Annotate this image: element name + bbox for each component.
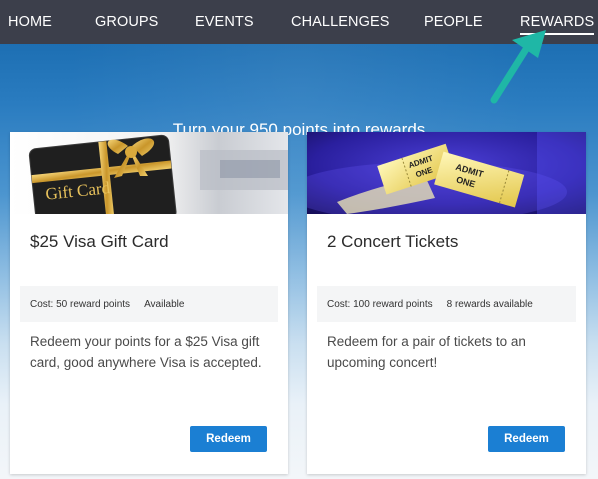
redeem-button[interactable]: Redeem <box>488 426 565 452</box>
annotation-arrow-icon <box>490 30 546 104</box>
reward-cost: Cost: 100 reward points <box>327 298 433 310</box>
concert-tickets-image: ADMIT ONE ADMIT ONE <box>307 132 586 214</box>
nav-groups[interactable]: GROUPS <box>95 0 158 44</box>
reward-card-concert-tickets: ADMIT ONE ADMIT ONE 2 Concert Tickets Co… <box>307 132 586 474</box>
reward-description: Redeem your points for a $25 Visa gift c… <box>30 334 262 370</box>
redeem-button[interactable]: Redeem <box>190 426 267 452</box>
reward-title: 2 Concert Tickets <box>327 232 459 251</box>
reward-description: Redeem for a pair of tickets to an upcom… <box>327 334 526 370</box>
reward-availability: Available <box>144 298 185 310</box>
reward-cost: Cost: 50 reward points <box>30 298 131 310</box>
nav-people[interactable]: PEOPLE <box>424 0 483 44</box>
nav-events[interactable]: EVENTS <box>195 0 254 44</box>
gift-card-image: Gift Card <box>10 132 288 214</box>
nav-home[interactable]: HOME <box>8 0 52 44</box>
reward-meta: Cost: 100 reward points 8 rewards availa… <box>317 286 576 322</box>
nav-challenges[interactable]: CHALLENGES <box>291 0 390 44</box>
reward-availability: 8 rewards available <box>446 298 533 310</box>
reward-title: $25 Visa Gift Card <box>30 232 169 251</box>
reward-meta: Cost: 50 reward points Available <box>20 286 278 322</box>
reward-card-gift-card: Gift Card $25 Visa Gift Card Cost: 50 re… <box>10 132 288 474</box>
